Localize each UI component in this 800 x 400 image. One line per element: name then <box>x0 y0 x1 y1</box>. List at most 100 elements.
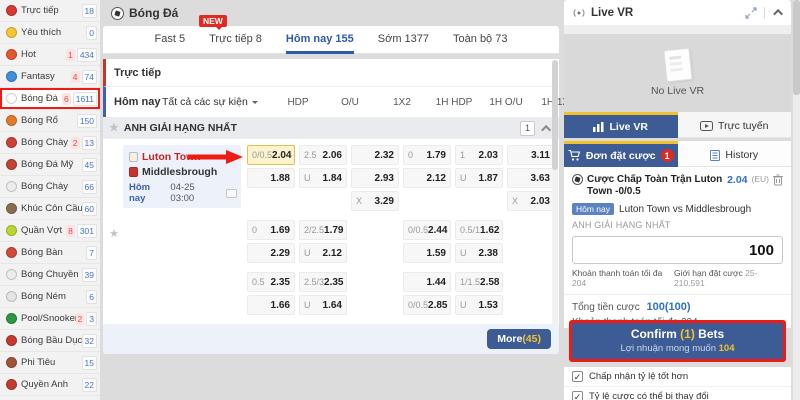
column-header: HDP <box>274 97 322 108</box>
odds-cell[interactable]: 0.5/11.62 <box>455 220 503 240</box>
sidebar-item[interactable]: Bóng Chày 2 13 <box>0 132 100 154</box>
checkbox-checked-icon[interactable]: ✓ <box>572 391 583 400</box>
event-count-badge: 434 <box>77 48 97 62</box>
odds-cell[interactable]: X3.29 <box>351 191 399 211</box>
sidebar-item-label: Pool/Snooker <box>21 313 76 324</box>
sidebar-item[interactable]: Bóng Đá Mỹ 45 <box>0 154 100 176</box>
sidebar-item[interactable]: Khúc Côn Cầu 60 <box>0 198 100 220</box>
sidebar-item[interactable]: Quyền Anh 22 <box>0 374 100 396</box>
odds-cell[interactable]: 2.12 <box>403 168 451 188</box>
odds-cell[interactable]: 1/1.52.58 <box>455 272 503 292</box>
sidebar-item-label: Quần Vợt <box>21 225 66 236</box>
sidebar-item[interactable]: Bóng Chày 66 <box>0 176 100 198</box>
bet-option-row-0[interactable]: ✓ Chấp nhận tỷ lệ tốt hơn <box>564 367 791 387</box>
odds-cell[interactable]: 1.59 <box>403 243 451 263</box>
odds-cell[interactable]: 01.69 <box>247 220 295 240</box>
odds-cell[interactable]: 0/0.52.04 <box>247 145 295 165</box>
tab-live-vr[interactable]: Live VR <box>564 112 678 138</box>
market-tab-2[interactable]: Hôm nay 155 <box>286 26 354 54</box>
tab-truc-tuyen[interactable]: Trực tuyến <box>678 112 792 138</box>
expand-icon[interactable] <box>745 7 757 19</box>
page-scrollbar[interactable] <box>793 0 800 400</box>
checkbox-checked-icon[interactable]: ✓ <box>572 371 583 382</box>
sidebar-item[interactable]: Bóng Bầu Dục 32 <box>0 330 100 352</box>
sidebar-item[interactable]: Yêu thích 0 <box>0 22 100 44</box>
league-name: ANH GIẢI HẠNG NHẤT <box>124 122 515 134</box>
boxing-icon <box>6 379 17 390</box>
odds-cell[interactable]: 01.79 <box>403 145 451 165</box>
flame-icon <box>6 49 17 60</box>
favorite-star-icon[interactable]: ★ <box>109 123 119 134</box>
sidebar-item[interactable]: Fantasy 4 74 <box>0 66 100 88</box>
section-live[interactable]: Trực tiếp <box>103 59 559 87</box>
bet-option-row-1[interactable]: ✓Tỷ lệ cược có thể bị thay đổi <box>564 387 791 400</box>
odds-cell[interactable]: 2/2.51.79 <box>299 220 347 240</box>
odds-cell[interactable]: 2.5/32.35 <box>299 272 347 292</box>
odds-cell[interactable]: 3.11 <box>507 145 555 165</box>
odds-cell[interactable]: U2.38 <box>455 243 503 263</box>
sidebar-item[interactable]: Bóng Ném 6 <box>0 286 100 308</box>
rugby-icon <box>6 335 17 346</box>
odds-cell[interactable]: 1.88 <box>247 168 295 188</box>
odds-cell[interactable]: 1.44 <box>403 272 451 292</box>
bet-option-label: Chấp nhận tỷ lệ tốt hơn <box>589 371 688 382</box>
odds-cell[interactable]: 2.52.06 <box>299 145 347 165</box>
live-count-badge: 2 <box>71 137 80 149</box>
odds-cell[interactable]: U2.12 <box>299 243 347 263</box>
odds-cell[interactable]: U1.53 <box>455 295 503 315</box>
league-count-badge: 1 <box>520 121 535 136</box>
odds-cell[interactable]: U1.64 <box>299 295 347 315</box>
odds-cell[interactable]: 3.63 <box>507 168 555 188</box>
cart-icon <box>568 150 581 161</box>
market-tab-3[interactable]: Sớm 1377 <box>378 26 429 54</box>
event-filter-dropdown[interactable]: Tất cả các sự kiện <box>162 96 266 108</box>
odds-cell[interactable]: U1.87 <box>455 168 503 188</box>
volleyball-icon <box>6 269 17 280</box>
sidebar-item[interactable]: Pool/Snooker 2 3 <box>0 308 100 330</box>
event-count-badge: 6 <box>86 290 97 304</box>
odds-cell[interactable]: X2.03 <box>507 191 555 211</box>
confirm-bets-button[interactable]: Confirm (1) Bets Lợi nhuận mong muốn 104 <box>569 320 786 362</box>
sidebar-item[interactable]: Bóng Bàn 7 <box>0 242 100 264</box>
odds-cell[interactable]: 0/0.52.44 <box>403 220 451 240</box>
match-time: 04-25 03:00 <box>170 182 217 204</box>
odds-cell[interactable]: 2.29 <box>247 243 295 263</box>
sidebar-item-label: Bóng Rổ <box>21 115 77 126</box>
tab-bet-slip[interactable]: Đơn đặt cược 1 <box>564 141 678 167</box>
more-button[interactable]: More(45) <box>487 329 551 349</box>
odds-cell[interactable]: 1.66 <box>247 295 295 315</box>
league-header[interactable]: ★ ANH GIẢI HẠNG NHẤT 1 <box>103 117 559 139</box>
sidebar-item[interactable]: Quần Vợt 8 301 <box>0 220 100 242</box>
odds-cell[interactable]: 2.32 <box>351 145 399 165</box>
sidebar-item[interactable]: Phi Tiêu 15 <box>0 352 100 374</box>
sidebar-item[interactable]: Trực tiếp 18 <box>0 0 100 22</box>
sidebar-item[interactable]: Bóng Chuyền 39 <box>0 264 100 286</box>
odds-cell[interactable]: 2.93 <box>351 168 399 188</box>
bet-league: ANH GIẢI HẠNG NHẤT <box>572 220 783 230</box>
video-icon <box>700 121 713 131</box>
tennis-icon <box>6 225 17 236</box>
odds-cell[interactable]: 12.03 <box>455 145 503 165</box>
collapse-chevron-icon[interactable] <box>773 9 783 19</box>
sidebar-item[interactable]: Hot 1 434 <box>0 44 100 66</box>
tab-history[interactable]: History <box>678 141 792 167</box>
history-list-icon <box>710 150 720 161</box>
stake-input[interactable]: 100 <box>572 236 783 264</box>
event-count-badge: 45 <box>82 158 97 172</box>
market-tab-4[interactable]: Toàn bộ 73 <box>453 26 507 54</box>
main-scrollbar[interactable] <box>552 60 558 325</box>
market-tab-0[interactable]: Fast 5 <box>155 26 186 54</box>
match-favorite-star-icon[interactable]: ★ <box>109 229 119 240</box>
odds-cell[interactable]: U1.84 <box>299 168 347 188</box>
bet-title: Cược Chấp Toàn Trận Luton Town -0/0.5 <box>587 174 723 198</box>
bet-limit-label: Giới hạn đặt cược <box>674 268 743 278</box>
trash-icon[interactable] <box>773 174 783 186</box>
odds-cell[interactable]: 0.52.35 <box>247 272 295 292</box>
sidebar-item[interactable]: Bóng Đá 6 1611 <box>0 88 100 110</box>
collapse-chevron-icon[interactable] <box>541 124 551 134</box>
stats-icon[interactable] <box>226 189 237 198</box>
home-team-crest-icon <box>129 152 138 162</box>
event-count-badge: 150 <box>77 114 97 128</box>
odds-cell[interactable]: 0/0.52.85 <box>403 295 451 315</box>
sidebar-item[interactable]: Bóng Rổ 150 <box>0 110 100 132</box>
